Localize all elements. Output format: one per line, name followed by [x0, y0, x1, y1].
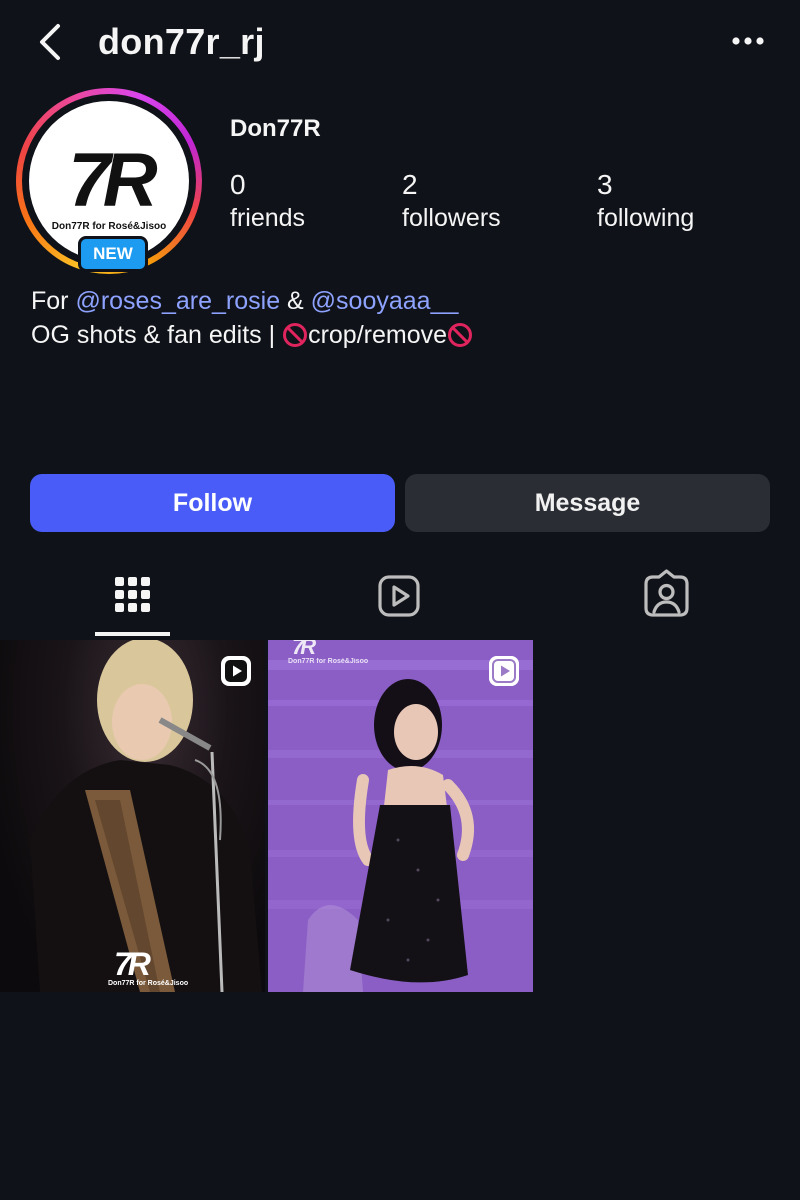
- post-thumbnail[interactable]: 7R Don77R for Rosé&Jisoo: [0, 640, 265, 992]
- avatar-logo: 7R: [68, 138, 157, 223]
- profile-tabs: [0, 560, 800, 638]
- profile-avatar[interactable]: 7R Don77R for Rosé&Jisoo NEW: [16, 88, 202, 274]
- post-image: [268, 640, 533, 992]
- post-watermark-subtext: Don77R for Rosé&Jisoo: [288, 658, 369, 665]
- top-bar: don77r_rj: [0, 0, 800, 88]
- post-watermark-subtext: Don77R for Rosé&Jisoo: [108, 980, 189, 987]
- prohibited-icon: [448, 323, 473, 347]
- mention-link[interactable]: @sooyaaa__: [311, 287, 459, 315]
- play-icon: [225, 660, 247, 682]
- stat-label: following: [597, 204, 695, 232]
- more-options-button[interactable]: [726, 26, 770, 56]
- post-thumbnail[interactable]: 7R Don77R for Rosé&Jisoo: [268, 640, 533, 992]
- avatar-logo-subtext: Don77R for Rosé&Jisoo: [51, 221, 167, 232]
- profile-username: don77r_rj: [98, 21, 265, 62]
- back-button[interactable]: [30, 20, 74, 64]
- stat-friends[interactable]: 0 friends: [230, 168, 305, 234]
- reels-icon: [378, 575, 420, 617]
- stat-following[interactable]: 3 following: [597, 168, 694, 234]
- tab-tagged[interactable]: [629, 560, 704, 638]
- grid-icon: [115, 577, 150, 612]
- tagged-icon: [644, 569, 689, 617]
- stat-count: 3: [597, 169, 613, 200]
- post-watermark: 7R: [292, 640, 316, 659]
- bio-line-2: OG shots & fan edits | crop/remove: [31, 318, 473, 352]
- follow-button[interactable]: Follow: [30, 474, 395, 532]
- reel-indicator: [221, 656, 251, 686]
- stat-label: followers: [402, 204, 501, 232]
- display-name: Don77R: [230, 115, 321, 142]
- play-icon: [489, 656, 519, 686]
- tab-reels[interactable]: [362, 560, 437, 638]
- reel-indicator: [489, 656, 519, 686]
- more-horizontal-icon: [732, 37, 764, 45]
- tab-posts[interactable]: [95, 560, 170, 638]
- prohibited-icon: [283, 323, 308, 347]
- profile-bio: For @roses_are_rosie & @sooyaaa__ OG sho…: [31, 284, 473, 352]
- mention-link[interactable]: @roses_are_rosie: [75, 287, 280, 315]
- stat-count: 2: [402, 169, 418, 200]
- bio-line-1: For @roses_are_rosie & @sooyaaa__: [31, 287, 459, 315]
- post-watermark: 7R: [114, 946, 151, 982]
- active-tab-indicator: [95, 632, 170, 636]
- chevron-left-icon: [40, 24, 60, 60]
- post-image: [30, 640, 262, 992]
- stat-label: friends: [230, 204, 306, 232]
- new-badge: NEW: [78, 236, 148, 272]
- stat-count: 0: [230, 169, 246, 200]
- stat-followers[interactable]: 2 followers: [402, 168, 501, 234]
- message-button[interactable]: Message: [405, 474, 770, 532]
